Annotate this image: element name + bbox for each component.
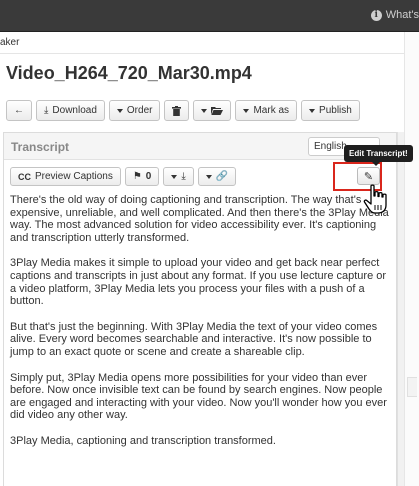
download-icon: ⤓ bbox=[44, 104, 49, 116]
info-icon: i bbox=[370, 9, 382, 21]
flag-icon: ⚑ bbox=[132, 170, 142, 182]
order-button[interactable]: Order bbox=[108, 100, 161, 121]
whats-new-link[interactable]: i What's bbox=[370, 9, 419, 21]
arrow-left-icon: ← bbox=[14, 104, 24, 116]
panel-scrollbar[interactable] bbox=[397, 132, 404, 486]
order-label: Order bbox=[126, 105, 153, 116]
closed-captions-icon: CC bbox=[18, 171, 31, 182]
mark-as-label: Mark as bbox=[253, 105, 290, 116]
caret-down-icon bbox=[201, 108, 208, 113]
transcript-paragraph: Simply put, 3Play Media opens more possi… bbox=[10, 371, 387, 422]
whats-new-label: What's bbox=[385, 9, 419, 21]
move-to-folder-button[interactable] bbox=[193, 100, 232, 121]
delete-button[interactable] bbox=[164, 100, 190, 121]
caret-down-icon bbox=[205, 174, 212, 179]
transcript-panel-title: Transcript bbox=[11, 140, 70, 154]
breadcrumb: aker bbox=[0, 32, 404, 54]
transcript-toolbar: CC Preview Captions ⚑ 0 ⤓ 🔗 bbox=[10, 167, 237, 186]
transcript-text: There's the old way of doing captioning … bbox=[10, 194, 390, 461]
publish-label: Publish bbox=[319, 105, 352, 116]
transcript-paragraph: 3Play Media makes it simple to upload yo… bbox=[10, 257, 387, 308]
transcript-panel-header: Transcript English bbox=[4, 133, 396, 160]
preview-captions-label: Preview Captions bbox=[35, 171, 113, 182]
transcript-paragraph: There's the old way of doing captioning … bbox=[10, 194, 389, 244]
download-label: Download bbox=[52, 105, 97, 116]
hand-pointer-cursor-icon bbox=[363, 184, 387, 214]
publish-button[interactable]: Publish bbox=[301, 100, 360, 121]
back-button[interactable]: ← bbox=[6, 100, 32, 121]
link-icon: 🔗 bbox=[215, 170, 229, 182]
edit-transcript-button[interactable]: ✎ bbox=[357, 167, 380, 185]
transcript-paragraph: 3Play Media, captioning and transcriptio… bbox=[10, 434, 276, 447]
caret-down-icon bbox=[116, 108, 123, 113]
edit-transcript-tooltip: Edit Transcript! bbox=[344, 145, 413, 166]
flags-button[interactable]: ⚑ 0 bbox=[124, 167, 160, 186]
file-toolbar: ← ⤓ Download Order Mark as Publish bbox=[6, 100, 360, 121]
caret-down-icon bbox=[171, 174, 178, 179]
page-title: Video_H264_720_Mar30.mp4 bbox=[6, 63, 252, 83]
flag-count: 0 bbox=[145, 171, 152, 182]
top-navigation-bar: i What's bbox=[0, 0, 419, 32]
folder-open-icon bbox=[211, 107, 224, 115]
share-link-button[interactable]: 🔗 bbox=[197, 167, 237, 186]
caret-down-icon bbox=[243, 108, 250, 113]
right-sidebar-edge bbox=[404, 32, 419, 486]
preview-captions-button[interactable]: CC Preview Captions bbox=[10, 167, 121, 186]
transcript-download-button[interactable]: ⤓ bbox=[163, 167, 194, 186]
download-icon: ⤓ bbox=[181, 170, 186, 182]
sidebar-toggle-tab[interactable] bbox=[407, 377, 417, 397]
trash-icon bbox=[172, 105, 182, 116]
transcript-paragraph: But that's just the beginning. With 3Pla… bbox=[10, 320, 378, 358]
language-select-value: English bbox=[314, 141, 347, 152]
caret-down-icon bbox=[309, 108, 316, 113]
breadcrumb-text[interactable]: aker bbox=[0, 37, 19, 48]
pencil-icon: ✎ bbox=[363, 170, 374, 183]
download-button[interactable]: ⤓ Download bbox=[36, 100, 105, 121]
mark-as-button[interactable]: Mark as bbox=[235, 100, 298, 121]
